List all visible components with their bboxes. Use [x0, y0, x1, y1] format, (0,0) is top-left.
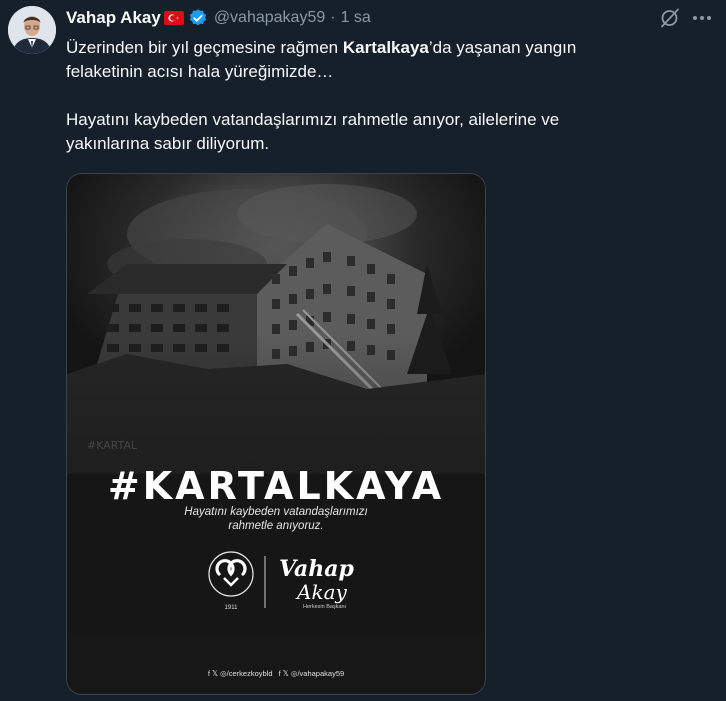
separator-dot: · [330, 9, 336, 26]
tweet-line-3: Hayatını kaybeden vatandaşlarımızı rahme… [66, 110, 560, 129]
poster-subtitle-line1: Hayatını kaybeden vatandaşlarımızı [184, 506, 368, 518]
tweet[interactable]: Vahap Akay @vahapakay59 · 1 sa Üzerinden… [0, 0, 726, 701]
avatar-photo [8, 6, 56, 54]
poster-subtitle-line2: rahmetle anıyoruz. [228, 520, 324, 532]
tweet-line-4: yakınlarına sabır diliyorum. [66, 134, 270, 153]
tweet-text-part: Üzerinden bir yıl geçmesine rağmen [66, 38, 343, 57]
tweet-line-2: felaketinin acısı hala yüreğimizde… [66, 62, 334, 81]
tweet-timestamp[interactable]: 1 sa [341, 9, 371, 27]
verified-badge-icon[interactable] [188, 8, 208, 28]
tweet-text: Üzerinden bir yıl geçmesine rağmen Karta… [66, 36, 666, 156]
municipality-logo-year: 1911 [224, 605, 238, 611]
tweet-line-1: Üzerinden bir yıl geçmesine rağmen Karta… [66, 36, 666, 60]
signature-first-name: Vahap [279, 556, 354, 582]
tweet-text-part: ’da yaşanan yangın [428, 38, 577, 57]
social-handle-personal: f 𝕏 ◎/vahapakay59 [278, 669, 345, 678]
tweet-header: Vahap Akay @vahapakay59 · 1 sa [66, 8, 371, 28]
svg-text:#KARTAL: #KARTAL [87, 439, 138, 452]
turkey-flag-icon [163, 11, 184, 25]
tweet-text-bold: Kartalkaya [342, 38, 429, 57]
avatar[interactable] [8, 6, 56, 54]
poster-social-handles: f 𝕏 ◎/cerkezkoybld f 𝕏 ◎/vahapakay59 [67, 669, 485, 678]
tweet-media-image[interactable]: #KARTAL #KARTALKAYA Hayatını kaybeden va… [66, 173, 486, 695]
more-icon[interactable] [688, 6, 716, 30]
author-name[interactable]: Vahap Akay [66, 8, 161, 28]
signature-caption: Herkesin Başkanı [303, 604, 347, 610]
poster-hashtag: #KARTALKAYA [107, 464, 445, 508]
grok-icon[interactable] [658, 6, 682, 30]
signature-last-name: Akay [297, 580, 347, 604]
poster-background: #KARTAL [67, 174, 485, 694]
author-handle[interactable]: @vahapakay59 [214, 9, 325, 27]
social-handle-municipality: f 𝕏 ◎/cerkezkoybld [207, 669, 273, 678]
